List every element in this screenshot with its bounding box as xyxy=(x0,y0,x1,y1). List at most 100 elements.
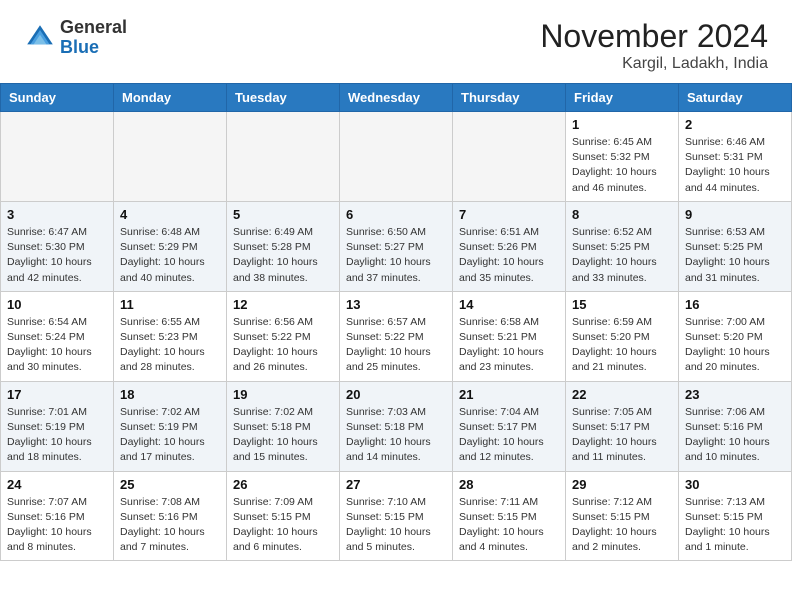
logo-icon xyxy=(24,22,56,54)
day-info-10: Sunrise: 6:54 AM Sunset: 5:24 PM Dayligh… xyxy=(7,315,107,376)
day-number-22: 22 xyxy=(572,387,672,402)
empty-cell xyxy=(227,112,340,202)
location: Kargil, Ladakh, India xyxy=(540,55,768,73)
day-cell-30: 30 Sunrise: 7:13 AM Sunset: 5:15 PM Dayli… xyxy=(679,471,792,561)
day-info-27: Sunrise: 7:10 AM Sunset: 5:15 PM Dayligh… xyxy=(346,495,446,556)
day-info-6: Sunrise: 6:50 AM Sunset: 5:27 PM Dayligh… xyxy=(346,225,446,286)
day-info-20: Sunrise: 7:03 AM Sunset: 5:18 PM Dayligh… xyxy=(346,405,446,466)
day-number-26: 26 xyxy=(233,477,333,492)
day-info-17: Sunrise: 7:01 AM Sunset: 5:19 PM Dayligh… xyxy=(7,405,107,466)
day-info-4: Sunrise: 6:48 AM Sunset: 5:29 PM Dayligh… xyxy=(120,225,220,286)
day-cell-23: 23 Sunrise: 7:06 AM Sunset: 5:16 PM Dayli… xyxy=(679,381,792,471)
day-cell-6: 6 Sunrise: 6:50 AM Sunset: 5:27 PM Daylig… xyxy=(340,201,453,291)
day-number-7: 7 xyxy=(459,207,559,222)
week-row-4: 17 Sunrise: 7:01 AM Sunset: 5:19 PM Dayli… xyxy=(1,381,792,471)
day-number-27: 27 xyxy=(346,477,446,492)
day-number-4: 4 xyxy=(120,207,220,222)
day-number-30: 30 xyxy=(685,477,785,492)
weekday-header-friday: Friday xyxy=(566,84,679,112)
day-info-1: Sunrise: 6:45 AM Sunset: 5:32 PM Dayligh… xyxy=(572,135,672,196)
day-number-29: 29 xyxy=(572,477,672,492)
weekday-header-sunday: Sunday xyxy=(1,84,114,112)
day-number-16: 16 xyxy=(685,297,785,312)
day-cell-26: 26 Sunrise: 7:09 AM Sunset: 5:15 PM Dayli… xyxy=(227,471,340,561)
day-number-9: 9 xyxy=(685,207,785,222)
day-info-5: Sunrise: 6:49 AM Sunset: 5:28 PM Dayligh… xyxy=(233,225,333,286)
day-number-14: 14 xyxy=(459,297,559,312)
day-info-23: Sunrise: 7:06 AM Sunset: 5:16 PM Dayligh… xyxy=(685,405,785,466)
day-info-16: Sunrise: 7:00 AM Sunset: 5:20 PM Dayligh… xyxy=(685,315,785,376)
day-cell-4: 4 Sunrise: 6:48 AM Sunset: 5:29 PM Daylig… xyxy=(114,201,227,291)
day-number-11: 11 xyxy=(120,297,220,312)
weekday-header-monday: Monday xyxy=(114,84,227,112)
logo-general: General xyxy=(60,17,127,37)
calendar-table: SundayMondayTuesdayWednesdayThursdayFrid… xyxy=(0,83,792,561)
week-row-5: 24 Sunrise: 7:07 AM Sunset: 5:16 PM Dayli… xyxy=(1,471,792,561)
day-info-11: Sunrise: 6:55 AM Sunset: 5:23 PM Dayligh… xyxy=(120,315,220,376)
logo-blue: Blue xyxy=(60,37,99,57)
empty-cell xyxy=(1,112,114,202)
day-cell-20: 20Sunrise: 7:03 AM Sunset: 5:18 PM Dayli… xyxy=(340,381,453,471)
day-number-23: 23 xyxy=(685,387,785,402)
weekday-header-saturday: Saturday xyxy=(679,84,792,112)
day-cell-25: 25 Sunrise: 7:08 AM Sunset: 5:16 PM Dayli… xyxy=(114,471,227,561)
day-number-28: 28 xyxy=(459,477,559,492)
day-cell-12: 12 Sunrise: 6:56 AM Sunset: 5:22 PM Dayli… xyxy=(227,291,340,381)
day-number-15: 15 xyxy=(572,297,672,312)
day-info-24: Sunrise: 7:07 AM Sunset: 5:16 PM Dayligh… xyxy=(7,495,107,556)
day-info-19: Sunrise: 7:02 AM Sunset: 5:18 PM Dayligh… xyxy=(233,405,333,466)
day-info-14: Sunrise: 6:58 AM Sunset: 5:21 PM Dayligh… xyxy=(459,315,559,376)
weekday-header-row: SundayMondayTuesdayWednesdayThursdayFrid… xyxy=(1,84,792,112)
week-row-3: 10 Sunrise: 6:54 AM Sunset: 5:24 PM Dayli… xyxy=(1,291,792,381)
day-info-29: Sunrise: 7:12 AM Sunset: 5:15 PM Dayligh… xyxy=(572,495,672,556)
day-number-5: 5 xyxy=(233,207,333,222)
day-number-13: 13 xyxy=(346,297,446,312)
day-info-30: Sunrise: 7:13 AM Sunset: 5:15 PM Dayligh… xyxy=(685,495,785,556)
day-info-25: Sunrise: 7:08 AM Sunset: 5:16 PM Dayligh… xyxy=(120,495,220,556)
day-number-10: 10 xyxy=(7,297,107,312)
weekday-header-thursday: Thursday xyxy=(453,84,566,112)
day-info-7: Sunrise: 6:51 AM Sunset: 5:26 PM Dayligh… xyxy=(459,225,559,286)
day-cell-10: 10 Sunrise: 6:54 AM Sunset: 5:24 PM Dayli… xyxy=(1,291,114,381)
day-number-1: 1 xyxy=(572,117,672,132)
day-cell-8: 8Sunrise: 6:52 AM Sunset: 5:25 PM Daylig… xyxy=(566,201,679,291)
day-info-22: Sunrise: 7:05 AM Sunset: 5:17 PM Dayligh… xyxy=(572,405,672,466)
day-number-8: 8 xyxy=(572,207,672,222)
day-number-19: 19 xyxy=(233,387,333,402)
weekday-header-wednesday: Wednesday xyxy=(340,84,453,112)
day-number-17: 17 xyxy=(7,387,107,402)
day-info-9: Sunrise: 6:53 AM Sunset: 5:25 PM Dayligh… xyxy=(685,225,785,286)
day-cell-21: 21 Sunrise: 7:04 AM Sunset: 5:17 PM Dayli… xyxy=(453,381,566,471)
day-info-26: Sunrise: 7:09 AM Sunset: 5:15 PM Dayligh… xyxy=(233,495,333,556)
day-cell-2: 2Sunrise: 6:46 AM Sunset: 5:31 PM Daylig… xyxy=(679,112,792,202)
day-cell-24: 24 Sunrise: 7:07 AM Sunset: 5:16 PM Dayli… xyxy=(1,471,114,561)
day-info-21: Sunrise: 7:04 AM Sunset: 5:17 PM Dayligh… xyxy=(459,405,559,466)
day-info-18: Sunrise: 7:02 AM Sunset: 5:19 PM Dayligh… xyxy=(120,405,220,466)
day-number-24: 24 xyxy=(7,477,107,492)
week-row-2: 3 Sunrise: 6:47 AM Sunset: 5:30 PM Daylig… xyxy=(1,201,792,291)
weekday-header-tuesday: Tuesday xyxy=(227,84,340,112)
day-cell-3: 3 Sunrise: 6:47 AM Sunset: 5:30 PM Daylig… xyxy=(1,201,114,291)
day-number-3: 3 xyxy=(7,207,107,222)
day-cell-5: 5 Sunrise: 6:49 AM Sunset: 5:28 PM Daylig… xyxy=(227,201,340,291)
day-number-18: 18 xyxy=(120,387,220,402)
day-number-12: 12 xyxy=(233,297,333,312)
day-cell-14: 14 Sunrise: 6:58 AM Sunset: 5:21 PM Dayli… xyxy=(453,291,566,381)
day-number-21: 21 xyxy=(459,387,559,402)
day-cell-19: 19 Sunrise: 7:02 AM Sunset: 5:18 PM Dayli… xyxy=(227,381,340,471)
day-cell-15: 15 Sunrise: 6:59 AM Sunset: 5:20 PM Dayli… xyxy=(566,291,679,381)
day-cell-28: 28Sunrise: 7:11 AM Sunset: 5:15 PM Dayli… xyxy=(453,471,566,561)
day-number-2: 2 xyxy=(685,117,785,132)
day-number-6: 6 xyxy=(346,207,446,222)
day-number-25: 25 xyxy=(120,477,220,492)
empty-cell xyxy=(114,112,227,202)
day-info-13: Sunrise: 6:57 AM Sunset: 5:22 PM Dayligh… xyxy=(346,315,446,376)
day-info-15: Sunrise: 6:59 AM Sunset: 5:20 PM Dayligh… xyxy=(572,315,672,376)
day-info-12: Sunrise: 6:56 AM Sunset: 5:22 PM Dayligh… xyxy=(233,315,333,376)
day-cell-9: 9 Sunrise: 6:53 AM Sunset: 5:25 PM Daylig… xyxy=(679,201,792,291)
day-info-3: Sunrise: 6:47 AM Sunset: 5:30 PM Dayligh… xyxy=(7,225,107,286)
empty-cell xyxy=(340,112,453,202)
day-cell-18: 18 Sunrise: 7:02 AM Sunset: 5:19 PM Dayli… xyxy=(114,381,227,471)
day-cell-17: 17 Sunrise: 7:01 AM Sunset: 5:19 PM Dayli… xyxy=(1,381,114,471)
day-cell-11: 11 Sunrise: 6:55 AM Sunset: 5:23 PM Dayli… xyxy=(114,291,227,381)
